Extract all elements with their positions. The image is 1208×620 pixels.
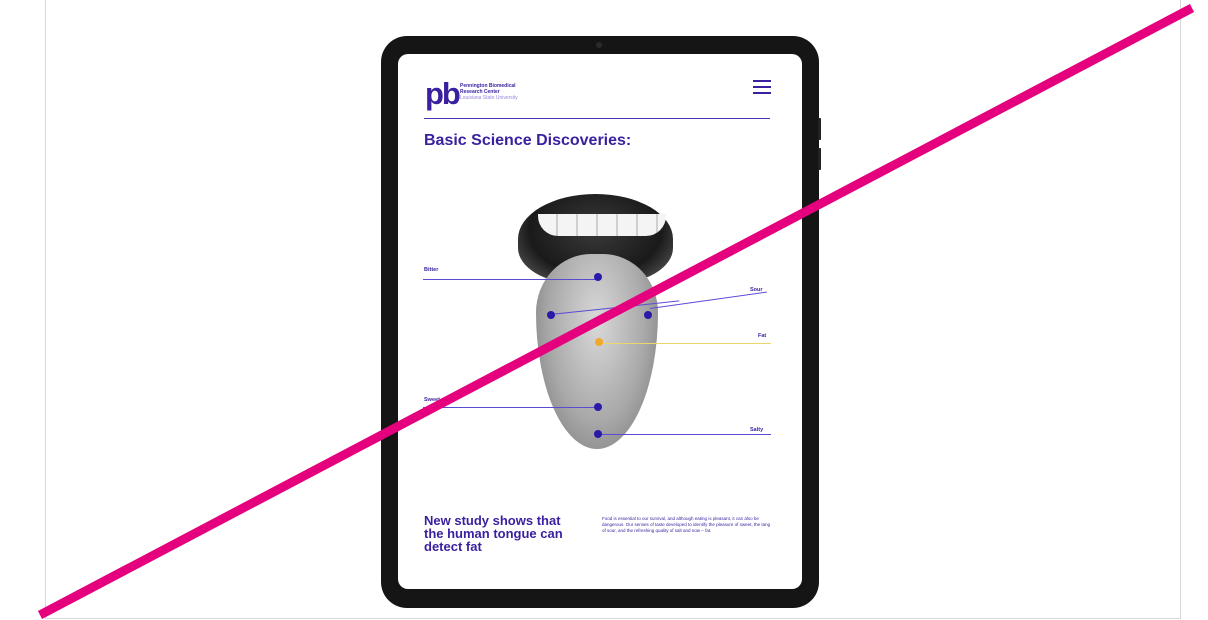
strikethrough-overlay <box>37 4 1195 619</box>
diagonal-slash <box>37 4 1195 619</box>
